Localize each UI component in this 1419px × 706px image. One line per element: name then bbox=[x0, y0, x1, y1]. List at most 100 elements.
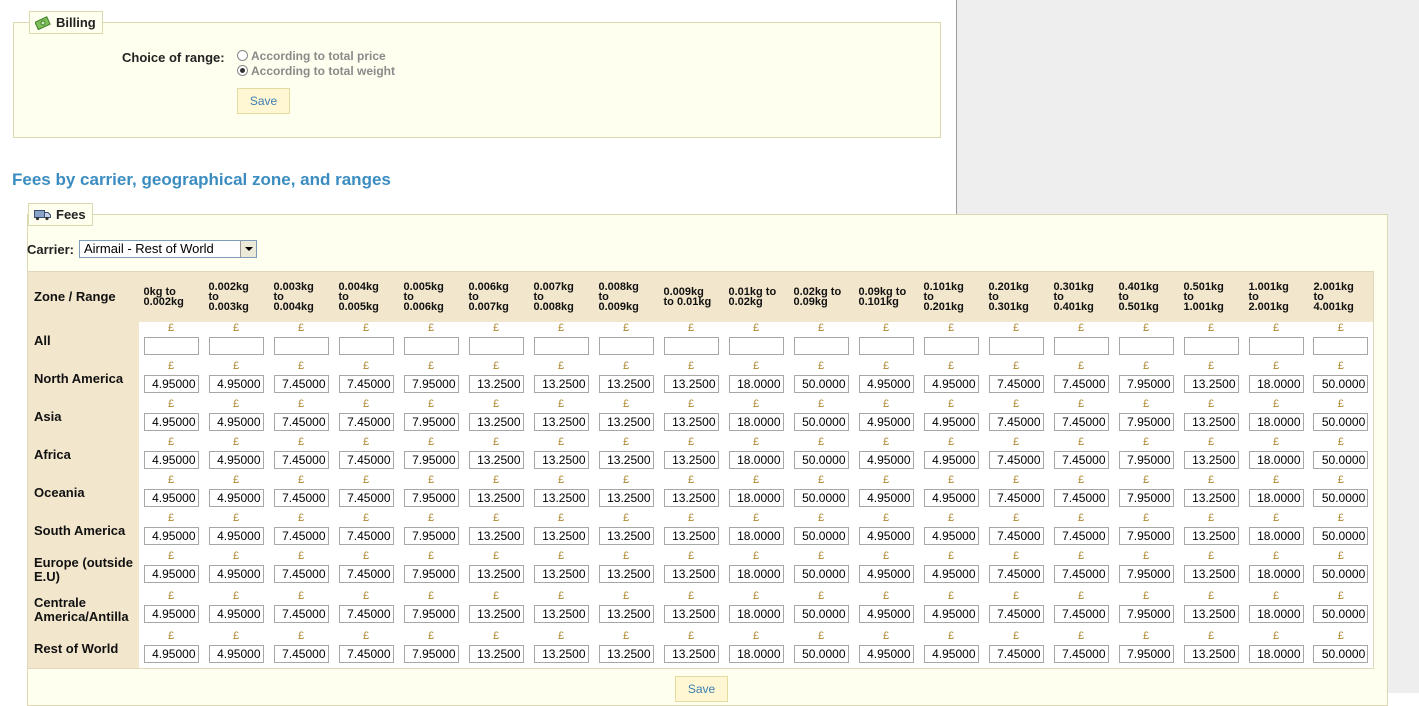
fee-input[interactable] bbox=[1118, 413, 1174, 431]
fee-input[interactable] bbox=[208, 375, 264, 393]
fee-input[interactable] bbox=[468, 489, 524, 507]
fee-input[interactable] bbox=[1053, 451, 1109, 469]
fees-save-button[interactable]: Save bbox=[675, 676, 728, 702]
fee-input[interactable] bbox=[728, 565, 784, 583]
fee-input[interactable] bbox=[598, 337, 654, 355]
fee-input[interactable] bbox=[403, 451, 459, 469]
fee-input[interactable] bbox=[793, 375, 849, 393]
fee-input[interactable] bbox=[468, 645, 524, 663]
fee-input[interactable] bbox=[663, 527, 719, 545]
fee-input[interactable] bbox=[923, 605, 979, 623]
fee-input[interactable] bbox=[793, 337, 849, 355]
fee-input[interactable] bbox=[793, 565, 849, 583]
fee-input[interactable] bbox=[598, 645, 654, 663]
fee-input[interactable] bbox=[208, 489, 264, 507]
fee-input[interactable] bbox=[1053, 337, 1109, 355]
fee-input[interactable] bbox=[338, 451, 394, 469]
fee-input[interactable] bbox=[338, 489, 394, 507]
fee-input[interactable] bbox=[273, 451, 329, 469]
fee-input[interactable] bbox=[403, 605, 459, 623]
fee-input[interactable] bbox=[533, 413, 589, 431]
fee-input[interactable] bbox=[1183, 337, 1239, 355]
fee-input[interactable] bbox=[143, 645, 199, 663]
fee-input[interactable] bbox=[663, 605, 719, 623]
fee-input[interactable] bbox=[923, 565, 979, 583]
fee-input[interactable] bbox=[533, 451, 589, 469]
fee-input[interactable] bbox=[923, 337, 979, 355]
fee-input[interactable] bbox=[793, 605, 849, 623]
fee-input[interactable] bbox=[208, 605, 264, 623]
fee-input[interactable] bbox=[273, 565, 329, 583]
fee-input[interactable] bbox=[1313, 451, 1369, 469]
fee-input[interactable] bbox=[858, 413, 914, 431]
fee-input[interactable] bbox=[988, 451, 1044, 469]
fee-input[interactable] bbox=[1183, 565, 1239, 583]
fee-input[interactable] bbox=[663, 451, 719, 469]
fee-input[interactable] bbox=[988, 527, 1044, 545]
fee-input[interactable] bbox=[1053, 645, 1109, 663]
fee-input[interactable] bbox=[793, 489, 849, 507]
fee-input[interactable] bbox=[1053, 527, 1109, 545]
fee-input[interactable] bbox=[858, 489, 914, 507]
option-total-weight[interactable]: According to total weight bbox=[237, 63, 395, 78]
fee-input[interactable] bbox=[533, 489, 589, 507]
fee-input[interactable] bbox=[663, 489, 719, 507]
fee-input[interactable] bbox=[663, 337, 719, 355]
fee-input[interactable] bbox=[143, 337, 199, 355]
fee-input[interactable] bbox=[598, 565, 654, 583]
fee-input[interactable] bbox=[1313, 375, 1369, 393]
fee-input[interactable] bbox=[988, 489, 1044, 507]
fee-input[interactable] bbox=[338, 605, 394, 623]
fee-input[interactable] bbox=[988, 337, 1044, 355]
fee-input[interactable] bbox=[1248, 413, 1304, 431]
fee-input[interactable] bbox=[1118, 489, 1174, 507]
fee-input[interactable] bbox=[403, 645, 459, 663]
fee-input[interactable] bbox=[468, 451, 524, 469]
fee-input[interactable] bbox=[1183, 451, 1239, 469]
fee-input[interactable] bbox=[1248, 645, 1304, 663]
fee-input[interactable] bbox=[598, 527, 654, 545]
fee-input[interactable] bbox=[143, 527, 199, 545]
fee-input[interactable] bbox=[728, 337, 784, 355]
fee-input[interactable] bbox=[663, 645, 719, 663]
fee-input[interactable] bbox=[793, 645, 849, 663]
fee-input[interactable] bbox=[533, 645, 589, 663]
fee-input[interactable] bbox=[728, 489, 784, 507]
fee-input[interactable] bbox=[403, 375, 459, 393]
fee-input[interactable] bbox=[663, 565, 719, 583]
fee-input[interactable] bbox=[273, 489, 329, 507]
fee-input[interactable] bbox=[1313, 527, 1369, 545]
fee-input[interactable] bbox=[1183, 645, 1239, 663]
fee-input[interactable] bbox=[728, 413, 784, 431]
fee-input[interactable] bbox=[923, 413, 979, 431]
fee-input[interactable] bbox=[988, 375, 1044, 393]
fee-input[interactable] bbox=[1183, 489, 1239, 507]
fee-input[interactable] bbox=[143, 413, 199, 431]
fee-input[interactable] bbox=[1313, 489, 1369, 507]
fee-input[interactable] bbox=[208, 337, 264, 355]
fee-input[interactable] bbox=[1313, 565, 1369, 583]
fee-input[interactable] bbox=[1053, 489, 1109, 507]
fee-input[interactable] bbox=[1313, 413, 1369, 431]
fee-input[interactable] bbox=[468, 337, 524, 355]
fee-input[interactable] bbox=[403, 413, 459, 431]
fee-input[interactable] bbox=[403, 489, 459, 507]
fee-input[interactable] bbox=[1248, 527, 1304, 545]
fee-input[interactable] bbox=[858, 565, 914, 583]
fee-input[interactable] bbox=[468, 375, 524, 393]
fee-input[interactable] bbox=[1248, 451, 1304, 469]
billing-save-button[interactable]: Save bbox=[237, 88, 290, 114]
fee-input[interactable] bbox=[468, 605, 524, 623]
fee-input[interactable] bbox=[923, 451, 979, 469]
fee-input[interactable] bbox=[598, 375, 654, 393]
fee-input[interactable] bbox=[143, 451, 199, 469]
fee-input[interactable] bbox=[663, 413, 719, 431]
fee-input[interactable] bbox=[1053, 375, 1109, 393]
fee-input[interactable] bbox=[1248, 337, 1304, 355]
fee-input[interactable] bbox=[208, 565, 264, 583]
fee-input[interactable] bbox=[858, 375, 914, 393]
fee-input[interactable] bbox=[143, 489, 199, 507]
fee-input[interactable] bbox=[1118, 645, 1174, 663]
fee-input[interactable] bbox=[338, 565, 394, 583]
fee-input[interactable] bbox=[403, 565, 459, 583]
